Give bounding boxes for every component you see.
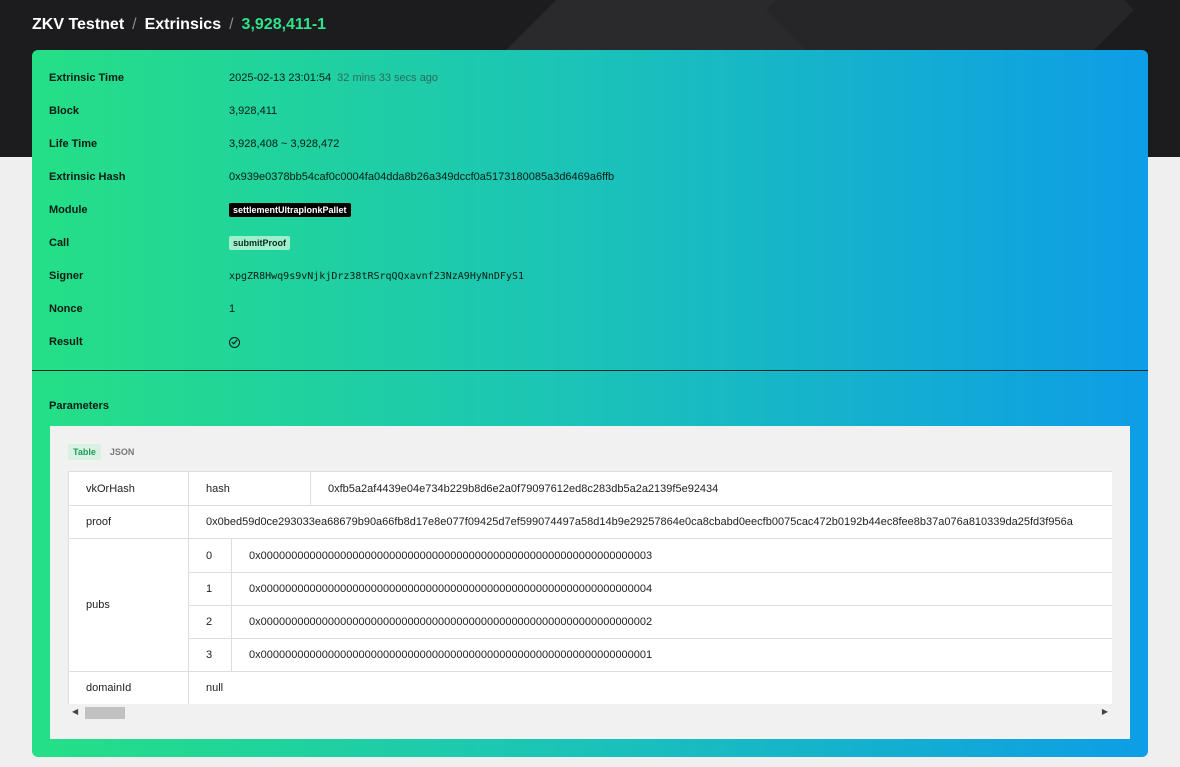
- parameters-title: Parameters: [49, 400, 109, 412]
- parameters-tabs: Table JSON: [68, 444, 139, 460]
- breadcrumb-separator: /: [229, 16, 234, 33]
- horizontal-scrollbar[interactable]: ◀ ▶: [68, 706, 1112, 719]
- signer-label: Signer: [49, 270, 84, 282]
- nonce-label: Nonce: [49, 303, 83, 315]
- pubs-value: 0x00000000000000000000000000000000000000…: [232, 573, 1112, 606]
- breadcrumb-network[interactable]: ZKV Testnet: [32, 16, 124, 34]
- extrinsic-hash-label: Extrinsic Hash: [49, 171, 126, 183]
- param-value-proof: 0x0bed59d0ce293033ea68679b90a66fb8d17e8e…: [189, 506, 1112, 539]
- scrollbar-thumb[interactable]: [85, 707, 125, 719]
- extrinsic-hash-row: Extrinsic Hash 0x939e0378bb54caf0c0004fa…: [49, 167, 1129, 187]
- extrinsic-time-ago: 32 mins 33 secs ago: [337, 72, 439, 84]
- pubs-index: 0: [189, 539, 232, 573]
- nonce-row: Nonce 1: [49, 299, 1129, 319]
- pubs-index: 1: [189, 573, 232, 606]
- lifetime-label: Life Time: [49, 138, 98, 150]
- extrinsic-time-row: Extrinsic Time 2025-02-13 23:01:54 32 mi…: [49, 68, 1129, 88]
- param-value-vkorhash: 0xfb5a2af4439e04e734b229b8d6e2a0f7909761…: [311, 472, 1112, 506]
- breadcrumb-separator: /: [132, 16, 137, 33]
- call-badge[interactable]: submitProof: [229, 236, 290, 250]
- breadcrumb-current: 3,928,411-1: [241, 16, 327, 33]
- check-circle-icon: [229, 336, 240, 348]
- extrinsic-time-label: Extrinsic Time: [49, 72, 124, 84]
- pubs-value: 0x00000000000000000000000000000000000000…: [232, 606, 1112, 639]
- call-row: Call submitProof: [49, 233, 1129, 253]
- signer-row: Signer xpgZR8Hwq9s9vNjkjDrz38tRSrqQQxavn…: [49, 266, 1129, 286]
- module-badge[interactable]: settlementUltraplonkPallet: [229, 203, 351, 217]
- param-type-hash: hash: [189, 472, 311, 506]
- extrinsic-hash-value: 0x939e0378bb54caf0c0004fa04dda8b26a349dc…: [229, 171, 615, 183]
- lifetime-value: 3,928,408 ~ 3,928,472: [229, 138, 340, 150]
- section-divider: [32, 370, 1148, 371]
- scroll-left-arrow-icon[interactable]: ◀: [72, 707, 78, 716]
- extrinsic-detail-card: Extrinsic Time 2025-02-13 23:01:54 32 mi…: [32, 50, 1148, 757]
- result-row: Result: [49, 332, 1129, 352]
- nonce-value: 1: [229, 303, 236, 315]
- module-row: Module settlementUltraplonkPallet: [49, 200, 1129, 220]
- tab-table[interactable]: Table: [68, 444, 101, 460]
- pubs-value: 0x00000000000000000000000000000000000000…: [232, 639, 1112, 672]
- pubs-index: 2: [189, 606, 232, 639]
- param-name-proof: proof: [69, 506, 189, 539]
- pubs-index: 3: [189, 639, 232, 672]
- param-name-pubs: pubs: [69, 539, 189, 672]
- breadcrumb-extrinsics[interactable]: Extrinsics: [145, 16, 221, 34]
- result-label: Result: [49, 336, 83, 348]
- block-label: Block: [49, 105, 79, 117]
- param-name-vkorhash: vkOrHash: [69, 472, 189, 506]
- breadcrumb: ZKV Testnet / Extrinsics / 3,928,411-1: [32, 14, 326, 36]
- block-link[interactable]: 3,928,411: [229, 105, 277, 117]
- signer-address[interactable]: xpgZR8Hwq9s9vNjkjDrz38tRSrqQQxavnf23NzA9…: [229, 271, 524, 282]
- parameters-table: vkOrHash hash 0xfb5a2af4439e04e734b229b8…: [68, 471, 1112, 704]
- extrinsic-time-value: 2025-02-13 23:01:54: [229, 72, 332, 84]
- param-name-domainid: domainId: [69, 672, 189, 704]
- block-row: Block 3,928,411: [49, 101, 1129, 121]
- call-label: Call: [49, 237, 70, 249]
- module-label: Module: [49, 204, 88, 216]
- pubs-value: 0x00000000000000000000000000000000000000…: [232, 539, 1112, 573]
- lifetime-row: Life Time 3,928,408 ~ 3,928,472: [49, 134, 1129, 154]
- tab-json[interactable]: JSON: [105, 444, 140, 460]
- scroll-right-arrow-icon[interactable]: ▶: [1102, 707, 1108, 716]
- parameters-panel: Table JSON vkOrHash hash 0xfb5a2af4439e0…: [50, 426, 1130, 739]
- param-value-domainid: null: [189, 672, 1112, 704]
